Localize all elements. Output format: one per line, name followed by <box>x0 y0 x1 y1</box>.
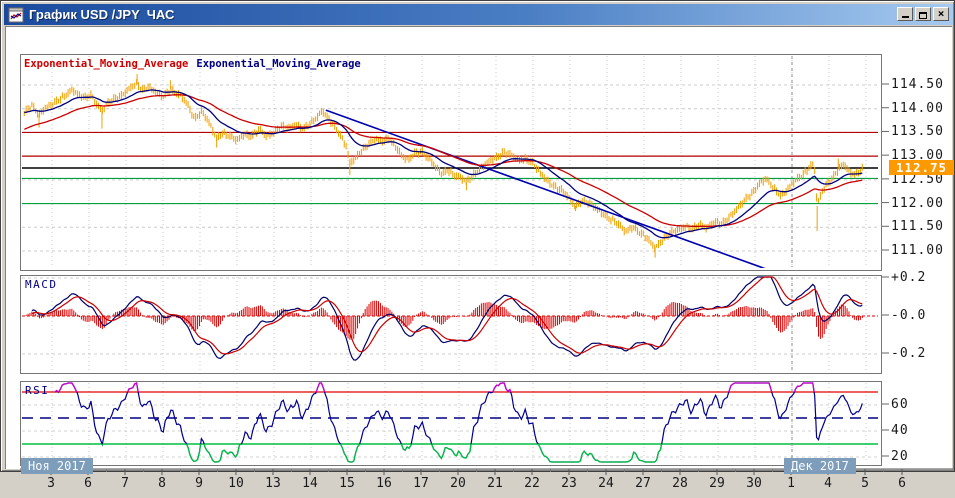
close-button[interactable]: × <box>933 7 949 21</box>
chart-icon <box>8 7 24 23</box>
price-chart-panel[interactable]: Exponential_Moving_Average Exponential_Mo… <box>20 54 882 271</box>
x-axis-label: 14 <box>302 476 318 491</box>
macd-label: MACD <box>25 278 58 291</box>
ema1-legend-label: Exponential_Moving_Average <box>24 58 189 70</box>
close-icon: × <box>937 7 945 20</box>
app-window: График USD /JPY ЧАС × Exponential_Moving… <box>0 0 955 491</box>
price-chart-canvas[interactable] <box>21 55 879 268</box>
x-axis-label: 21 <box>487 476 503 491</box>
x-axis-label: 20 <box>450 476 466 491</box>
x-axis-label: 24 <box>598 476 614 491</box>
current-price-badge: 112.75 <box>889 159 954 175</box>
title-bar[interactable]: График USD /JPY ЧАС × <box>4 4 953 25</box>
x-axis-label: 23 <box>561 476 577 491</box>
macd-scale-label: +0.2 <box>891 270 927 285</box>
minimize-icon <box>901 16 909 18</box>
macd-canvas[interactable] <box>21 276 879 371</box>
x-axis-label: 9 <box>195 476 203 491</box>
x-axis-label: 8 <box>158 476 166 491</box>
price-scale-label: 112.00 <box>891 195 944 211</box>
rsi-label: RSI <box>25 384 50 397</box>
x-axis-label: 29 <box>709 476 725 491</box>
x-axis-label: 5 <box>861 476 869 491</box>
rsi-panel[interactable]: RSI <box>20 381 882 466</box>
macd-scale-label: -0.2 <box>891 346 927 361</box>
rsi-scale-label: 20 <box>891 449 909 464</box>
minimize-button[interactable] <box>897 7 913 21</box>
ema2-legend-label: Exponential_Moving_Average <box>196 58 361 70</box>
price-scale-label: 113.50 <box>891 124 944 140</box>
price-scale-label: 111.00 <box>891 243 944 258</box>
x-axis-label: 15 <box>339 476 355 491</box>
x-axis-label: 13 <box>265 476 281 491</box>
rsi-scale-label: 40 <box>891 423 909 438</box>
price-scale-label: 114.50 <box>891 77 944 92</box>
price-scale-label: 114.00 <box>891 100 944 116</box>
maximize-button[interactable] <box>915 7 931 21</box>
ema-legend: Exponential_Moving_Average Exponential_Mo… <box>24 58 361 70</box>
x-axis-label: 28 <box>672 476 688 491</box>
x-axis-label: 30 <box>746 476 762 491</box>
x-axis-label: 3 <box>47 476 55 491</box>
price-scale-label: 111.50 <box>891 219 944 235</box>
x-axis-label: 6 <box>898 476 906 491</box>
x-axis-label: 16 <box>376 476 392 491</box>
x-axis-label: 4 <box>824 476 832 491</box>
rsi-scale-label: 60 <box>891 397 909 412</box>
x-axis-label: 10 <box>228 476 244 491</box>
x-axis-label: 27 <box>635 476 651 491</box>
chart-client-area: Exponential_Moving_Average Exponential_Mo… <box>5 26 954 491</box>
window-title: График USD /JPY ЧАС <box>29 7 175 22</box>
maximize-icon <box>919 12 927 19</box>
macd-panel[interactable]: MACD <box>20 275 882 374</box>
x-axis-label: 1 <box>787 476 795 491</box>
x-axis-label: 17 <box>413 476 429 491</box>
x-axis-label: 6 <box>84 476 92 491</box>
x-axis-label: 22 <box>524 476 540 491</box>
rsi-canvas[interactable] <box>21 382 879 463</box>
macd-scale-label: -0.0 <box>891 308 927 323</box>
x-axis-label: 7 <box>121 476 129 491</box>
